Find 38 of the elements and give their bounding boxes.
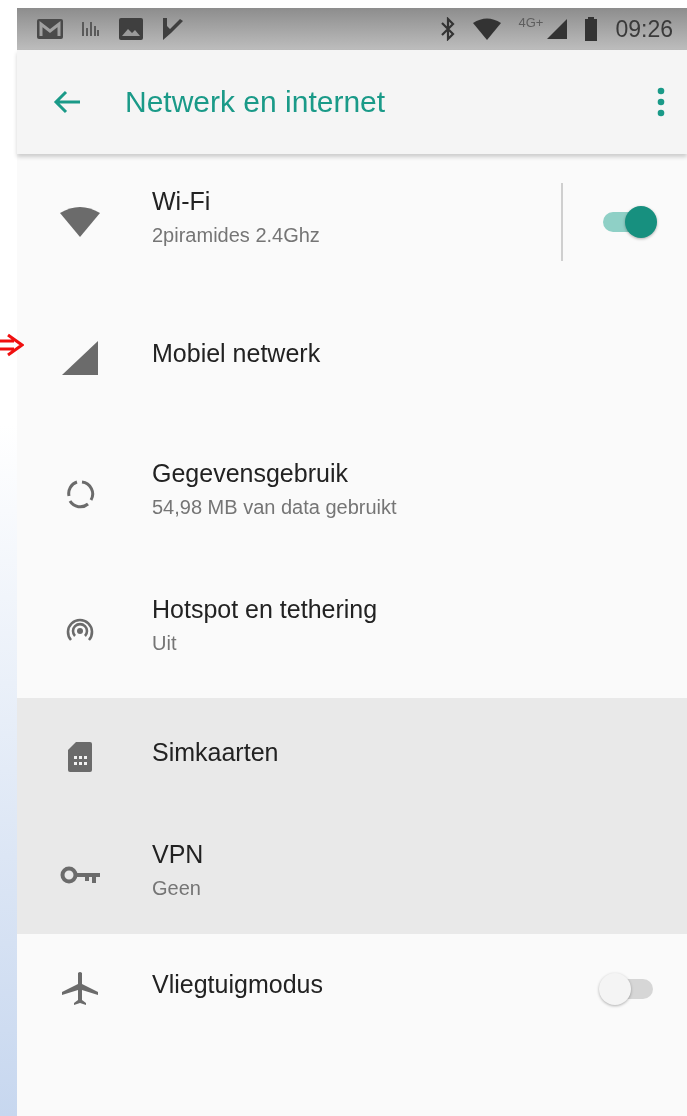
mail-icon: [37, 19, 63, 39]
settings-item[interactable]: Simkaarten: [17, 698, 687, 816]
settings-item[interactable]: Gegevensgebruik 54,98 MB van data gebruikt: [17, 426, 687, 562]
key-icon: [59, 864, 100, 886]
item-title: Wi-Fi: [152, 187, 212, 216]
signal-icon: [61, 341, 98, 375]
item-title: Simkaarten: [152, 737, 280, 767]
settings-item[interactable]: Vliegtuigmodus: [17, 934, 687, 1044]
page-title: Netwerk en internet: [125, 85, 387, 119]
item-subtitle: 54,98 MB van data gebruikt: [152, 496, 398, 519]
item-title: Hotspot en tethering: [152, 595, 379, 624]
settings-item[interactable]: Wi-Fi 2piramides 2.4Ghz: [17, 154, 687, 290]
settings-item[interactable]: Hotspot en tethering Uit: [17, 562, 687, 698]
item-subtitle: Geen: [152, 877, 202, 900]
check-icon: [161, 17, 183, 41]
settings-item[interactable]: VPN Geen: [17, 816, 687, 934]
item-title: VPN: [152, 840, 205, 869]
airplane-icon: [61, 971, 98, 1007]
item-subtitle: 2piramides 2.4Ghz: [152, 224, 321, 247]
item-title: Gegevensgebruik: [152, 459, 349, 488]
app-icon: [81, 20, 101, 38]
wifi-icon: [472, 18, 501, 40]
settings-item[interactable]: Mobiel netwerk: [17, 290, 687, 426]
bluetooth-icon: [440, 17, 455, 41]
back-arrow-icon[interactable]: [53, 90, 81, 114]
clock-time: 09:26: [615, 15, 673, 43]
annotation-arrow: [0, 333, 24, 357]
sim-card-icon: [67, 742, 92, 772]
network-type-label: 4G+: [518, 15, 544, 30]
data-usage-icon: [64, 479, 95, 509]
item-title: Mobiel netwerk: [152, 338, 322, 368]
battery-icon: [585, 17, 598, 41]
item-subtitle: Uit: [152, 632, 178, 655]
more-options-icon[interactable]: [657, 87, 665, 117]
signal-icon: [547, 19, 568, 39]
wifi-icon: [59, 207, 100, 237]
item-title: Vliegtuigmodus: [152, 969, 324, 999]
image-icon: [119, 18, 143, 40]
